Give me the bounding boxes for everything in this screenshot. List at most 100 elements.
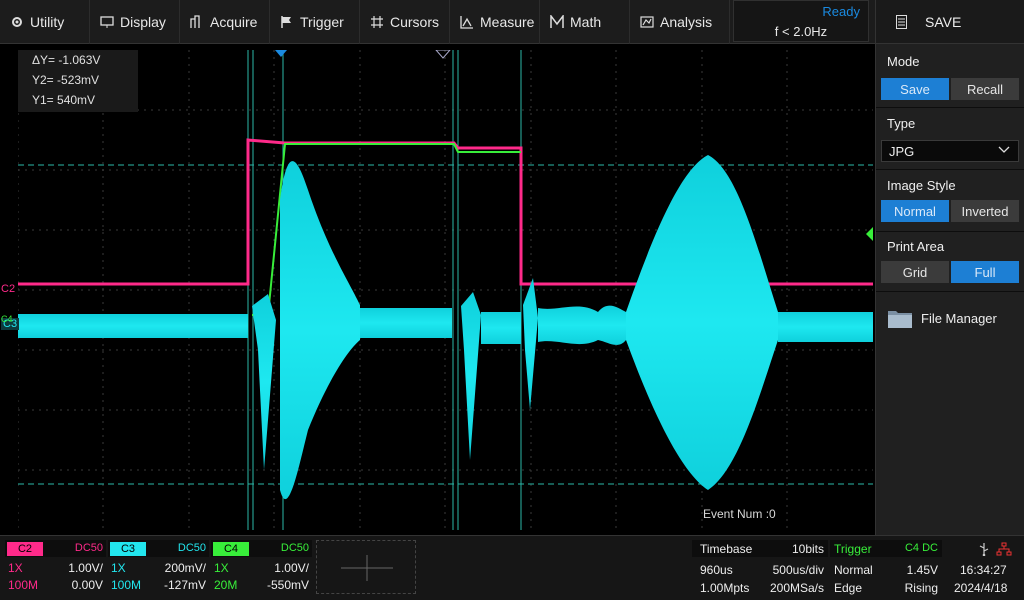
channel-c4-tag: C4 — [213, 542, 249, 556]
menu-cursors[interactable]: Cursors — [360, 0, 450, 44]
trigger-level: 1.45V — [906, 563, 938, 577]
channel-c3-bandwidth: 100M — [111, 578, 142, 592]
waveform-display[interactable]: ΔY= -1.063V Y2= -523mV Y1= 540mV Event N… — [18, 50, 873, 530]
status-bar: C2 DC50 1X 1.00V/ 100M 0.00V C3 DC50 1X … — [0, 535, 1024, 600]
channel-c2-tag: C2 — [7, 542, 43, 556]
print-area-section: Print Area Grid Full — [876, 232, 1024, 292]
waveform-canvas — [18, 50, 873, 530]
menu-acquire-label: Acquire — [210, 14, 258, 30]
file-manager-button[interactable]: File Manager — [887, 307, 997, 329]
timebase-bits: 10bits — [791, 542, 824, 556]
channel-c2-box[interactable]: C2 DC50 1X 1.00V/ 100M 0.00V — [5, 540, 106, 594]
mode-save-button[interactable]: Save — [881, 78, 949, 100]
type-value: JPG — [889, 143, 915, 159]
trigger-source: C4 DC — [904, 542, 938, 554]
trigger-slope: Rising — [904, 581, 938, 595]
cursor-y1: Y1= 540mV — [32, 93, 96, 107]
math-icon — [550, 15, 564, 28]
analysis-icon — [640, 16, 654, 28]
trigger-level-marker — [866, 227, 873, 241]
channel-c3-box[interactable]: C3 DC50 1X 200mV/ 100M -127mV — [108, 540, 209, 594]
image-style-toggle: Normal Inverted — [881, 200, 1019, 222]
print-area-grid-button[interactable]: Grid — [881, 261, 949, 283]
timebase-points: 1.00Mpts — [700, 581, 750, 595]
event-number: Event Num :0 — [703, 507, 776, 521]
trigger-box[interactable]: Trigger C4 DC Normal 1.45V Edge Rising — [830, 540, 942, 596]
print-area-full-button[interactable]: Full — [951, 261, 1019, 283]
image-style-normal-button[interactable]: Normal — [881, 200, 949, 222]
channel-c3-trace — [18, 155, 873, 500]
channel-c3-coupling: DC50 — [177, 542, 206, 554]
channel-c2-probe: 1X — [8, 561, 23, 575]
channel-c2-offset: 0.00V — [71, 578, 103, 592]
cursor-readout: ΔY= -1.063V Y2= -523mV Y1= 540mV — [18, 50, 138, 112]
menu-cursors-label: Cursors — [390, 14, 440, 30]
image-style-inverted-button[interactable]: Inverted — [951, 200, 1019, 222]
channel-c4-bandwidth: 20M — [214, 578, 238, 592]
channel-c3-offset: -127mV — [163, 578, 206, 592]
mode-recall-button[interactable]: Recall — [951, 78, 1019, 100]
channel-c4-scale: 1.00V/ — [274, 561, 309, 575]
menu-bar: Utility Display Acquire Trigger Cursors … — [0, 0, 875, 44]
menu-trigger[interactable]: Trigger — [270, 0, 360, 44]
crosshair-icon — [371, 16, 383, 28]
menu-utility[interactable]: Utility — [0, 0, 90, 44]
menu-math-label: Math — [570, 14, 602, 30]
channel-c4-offset: -550mV — [266, 578, 309, 592]
save-panel: SAVE Mode Save Recall Type JPG Image Sty… — [875, 0, 1024, 535]
add-channel-pad[interactable] — [316, 540, 416, 594]
clock-box: 16:34:27 2024/4/18 — [944, 540, 1024, 596]
timebase-scale: 500us/div — [772, 563, 824, 577]
channel-c4-coupling: DC50 — [280, 542, 309, 554]
file-manager-label: File Manager — [921, 310, 997, 326]
timebase-label: Timebase — [700, 542, 753, 556]
flag-icon — [281, 16, 291, 28]
menu-display-label: Display — [120, 14, 166, 30]
type-label: Type — [887, 116, 916, 131]
folder-icon — [888, 311, 912, 328]
menu-math[interactable]: Math — [540, 0, 630, 44]
usb-icon — [979, 543, 989, 556]
menu-acquire[interactable]: Acquire — [180, 0, 270, 44]
trigger-label: Trigger — [834, 542, 872, 556]
mode-label: Mode — [887, 54, 920, 69]
mode-toggle: Save Recall — [881, 78, 1019, 100]
channel-c2-scale: 1.00V/ — [68, 561, 103, 575]
timebase-rate: 200MSa/s — [769, 581, 824, 595]
cursor-delta-y: ΔY= -1.063V — [32, 53, 101, 67]
channel-c4-box[interactable]: C4 DC50 1X 1.00V/ 20M -550mV — [211, 540, 312, 594]
trigger-type: Edge — [834, 581, 863, 595]
clock-time: 16:34:27 — [960, 563, 1007, 577]
menu-utility-label: Utility — [30, 14, 65, 30]
channel-c4-marker[interactable]: C4 — [1, 314, 13, 324]
cursor-y2: Y2= -523mV — [32, 73, 100, 87]
menu-analysis-label: Analysis — [660, 14, 713, 30]
trigger-mode: Normal — [834, 563, 873, 577]
type-select[interactable]: JPG — [881, 140, 1019, 162]
menu-measure[interactable]: Measure — [450, 0, 540, 44]
document-icon — [896, 14, 907, 29]
channel-c2-marker[interactable]: C2 — [1, 283, 15, 295]
trigger-position-marker — [275, 50, 287, 57]
chevron-down-icon — [998, 146, 1010, 153]
channel-c3-tag: C3 — [110, 542, 146, 556]
image-style-label: Image Style — [887, 178, 956, 193]
plus-icon — [341, 555, 393, 581]
save-panel-header: SAVE — [876, 0, 1024, 44]
mode-section: Mode Save Recall — [876, 44, 1024, 108]
monitor-icon — [100, 16, 114, 28]
channel-c3-scale: 200mV/ — [164, 561, 206, 575]
gear-icon — [12, 17, 22, 27]
menu-analysis[interactable]: Analysis — [630, 0, 730, 44]
network-icon — [996, 542, 1012, 556]
timebase-box[interactable]: Timebase 10bits 960us 500us/div 1.00Mpts… — [692, 540, 828, 596]
menu-trigger-label: Trigger — [300, 14, 344, 30]
acquisition-status: Ready f < 2.0Hz — [733, 0, 869, 42]
menu-display[interactable]: Display — [90, 0, 180, 44]
print-area-label: Print Area — [887, 239, 945, 254]
acquire-icon — [190, 15, 200, 28]
channel-c2-bandwidth: 100M — [8, 578, 39, 592]
save-panel-title: SAVE — [925, 13, 962, 30]
timebase-delay: 960us — [700, 563, 733, 577]
cursor-x-marker — [435, 50, 451, 59]
